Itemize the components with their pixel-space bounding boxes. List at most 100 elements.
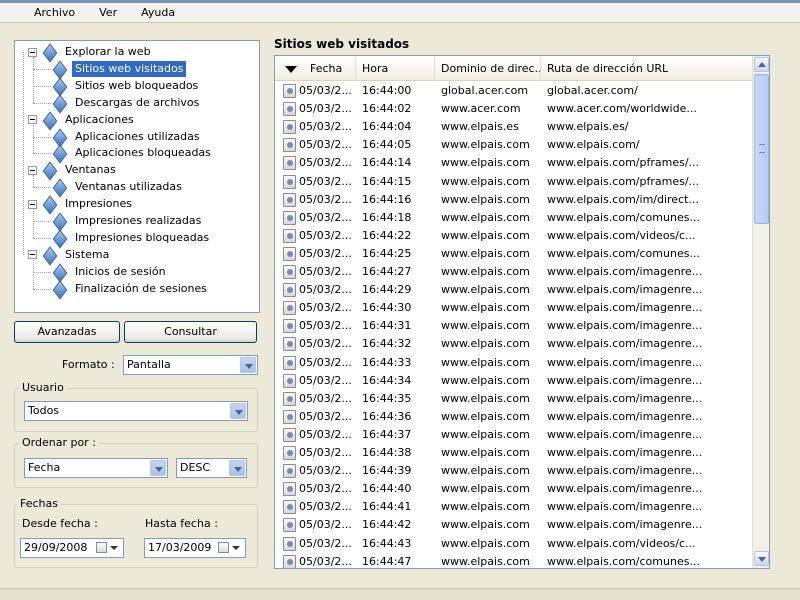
menu-ayuda[interactable]: Ayuda [129,3,187,23]
tree-item[interactable]: Ventanas utilizadas [51,179,185,195]
table-row[interactable]: 05/03/2... 16:44:27 www.elpais.com www.elpa… [275,263,753,281]
table-cell: www.elpais.com/imagenre... [547,482,703,496]
table-cell: www.elpais.com [441,500,530,514]
table-row[interactable]: 05/03/2... 16:44:36 www.elpais.com www.elpa… [275,408,753,426]
visited-sites-list[interactable]: Fecha Hora Dominio de direc... Ruta de d… [274,55,770,569]
tree-item[interactable]: Sitios web visitados [51,60,187,77]
chevron-down-icon[interactable] [229,460,245,476]
chevron-down-icon[interactable] [150,460,166,476]
tree-item[interactable]: Descargas de archivos [51,95,202,111]
chevron-down-icon[interactable] [232,546,240,550]
web-page-icon [283,265,296,279]
chevron-down-icon[interactable] [240,357,256,373]
table-row[interactable]: 05/03/2... 16:44:00 global.acer.com global.… [275,82,753,100]
table-row[interactable]: 05/03/2... 16:44:14 www.elpais.com www.elpa… [275,154,753,172]
order-direction-select[interactable]: DESC [176,458,247,478]
tree-item[interactable]: Aplicaciones utilizadas [51,129,203,145]
category-tree: Explorar la web Sitios web visitados Sitio… [14,40,260,313]
column-header-hora[interactable]: Hora [356,56,435,81]
tree-item-label: Impresiones bloqueadas [75,230,210,244]
tree-item-label: Finalización de sesiones [75,281,207,295]
table-row[interactable]: 05/03/2... 16:44:15 www.elpais.com www.elpa… [275,173,753,191]
table-row[interactable]: 05/03/2... 16:44:29 www.elpais.com www.elpa… [275,281,753,299]
table-row[interactable]: 05/03/2... 16:44:39 www.elpais.com www.elpa… [275,462,753,480]
table-row[interactable]: 05/03/2... 16:44:22 www.elpais.com www.elpa… [275,227,753,245]
calendar-icon[interactable] [218,542,229,553]
table-row[interactable]: 05/03/2... 16:44:16 www.elpais.com www.elpa… [275,191,753,209]
calendar-icon[interactable] [96,542,107,553]
table-row[interactable]: 05/03/2... 16:44:41 www.elpais.com www.elpa… [275,498,753,516]
table-row[interactable]: 05/03/2... 16:44:37 www.elpais.com www.elpa… [275,426,753,444]
collapse-icon[interactable] [28,115,37,125]
tree-item[interactable]: Sitios web bloqueados [51,78,201,94]
chevron-down-icon[interactable] [110,546,118,550]
item-diamond-icon [51,181,69,193]
table-row[interactable]: 05/03/2... 16:44:25 www.elpais.com www.elpa… [275,245,753,263]
format-select[interactable]: Pantalla [123,355,258,375]
web-page-icon [283,518,296,533]
order-group-title: Ordenar por : [19,436,99,450]
table-row[interactable]: 05/03/2... 16:44:18 www.elpais.com www.elpa… [275,209,753,227]
table-row[interactable]: 05/03/2... 16:44:43 www.elpais.com www.elpa… [275,535,753,553]
list-header: Fecha Hora Dominio de direc... Ruta de d… [275,56,753,81]
to-date-picker[interactable]: 17/03/2009 [144,538,246,558]
menu-archivo[interactable]: Archivo [22,3,87,23]
collapse-icon[interactable] [28,165,37,175]
collapse-icon[interactable] [28,250,37,260]
table-row[interactable]: 05/03/2... 16:44:34 www.elpais.com www.elpa… [275,372,753,390]
column-header-fecha[interactable]: Fecha [275,56,356,81]
item-diamond-icon [51,283,69,295]
table-cell: 05/03/2... [299,536,352,550]
collapse-icon[interactable] [28,47,37,57]
order-field-select[interactable]: Fecha [24,458,168,478]
dates-group-title: Fechas [17,497,61,511]
table-row[interactable]: 05/03/2... 16:44:47 www.elpais.com www.elpa… [275,553,753,568]
tree-connector [33,237,51,239]
tree-group-item[interactable]: Sistema [28,247,112,263]
query-button[interactable]: Consultar [124,321,257,343]
table-cell: www.elpais.com/imagenre... [547,409,703,423]
table-row[interactable]: 05/03/2... 16:44:40 www.elpais.com www.elpa… [275,480,753,498]
menu-ver[interactable]: Ver [87,3,129,23]
scroll-thumb[interactable] [754,74,769,224]
table-row[interactable]: 05/03/2... 16:44:05 www.elpais.com www.elpa… [275,136,753,154]
tree-item[interactable]: Inicios de sesión [51,264,169,280]
table-row[interactable]: 05/03/2... 16:44:38 www.elpais.com www.elpa… [275,444,753,462]
table-row[interactable]: 05/03/2... 16:44:35 www.elpais.com www.elpa… [275,390,753,408]
table-cell: 05/03/2... [299,446,352,459]
scroll-down-button[interactable] [754,551,769,566]
tree-item[interactable]: Finalización de sesiones [51,281,210,297]
collapse-icon[interactable] [28,199,37,209]
tree-group-item[interactable]: Impresiones [28,196,135,212]
table-row[interactable]: 05/03/2... 16:44:02 www.acer.com www.acer.c… [275,100,753,118]
vertical-scrollbar[interactable] [752,56,769,568]
table-cell: www.elpais.com [441,355,530,369]
tree-item[interactable]: Aplicaciones bloqueadas [51,145,214,161]
column-header-ruta[interactable]: Ruta de dirección URL [541,56,753,81]
tree-group-item[interactable]: Explorar la web [28,44,154,60]
scroll-up-button[interactable] [754,57,769,72]
tree-item[interactable]: Impresiones realizadas [51,213,204,229]
table-cell: 05/03/2... [299,156,352,170]
from-date-picker[interactable]: 29/09/2008 [20,538,124,558]
tree-group-item[interactable]: Aplicaciones [28,112,137,128]
table-cell: www.elpais.com/imagenre... [547,391,703,405]
table-cell: www.elpais.com [441,427,530,441]
column-header-dominio[interactable]: Dominio de direc... [435,56,541,81]
tree-item[interactable]: Impresiones bloqueadas [51,230,212,246]
folder-diamond-icon [41,164,59,176]
table-row[interactable]: 05/03/2... 16:44:33 www.elpais.com www.elpa… [275,354,753,372]
tree-group-item[interactable]: Ventanas [28,162,119,178]
chevron-down-icon[interactable] [230,403,246,419]
table-row[interactable]: 05/03/2... 16:44:31 www.elpais.com www.elpa… [275,317,753,335]
user-select[interactable]: Todos [24,401,248,421]
table-cell: www.elpais.com [441,192,530,206]
table-row[interactable]: 05/03/2... 16:44:30 www.elpais.com www.elpa… [275,299,753,317]
web-page-icon [283,210,296,225]
table-cell: www.elpais.es/ [547,120,629,134]
folder-diamond-icon [41,114,59,126]
table-row[interactable]: 05/03/2... 16:44:32 www.elpais.com www.elpa… [275,335,753,353]
table-row[interactable]: 05/03/2... 16:44:42 www.elpais.com www.elpa… [275,516,753,534]
advanced-button[interactable]: Avanzadas [14,321,120,343]
table-row[interactable]: 05/03/2... 16:44:04 www.elpais.es www.elpai… [275,118,753,136]
